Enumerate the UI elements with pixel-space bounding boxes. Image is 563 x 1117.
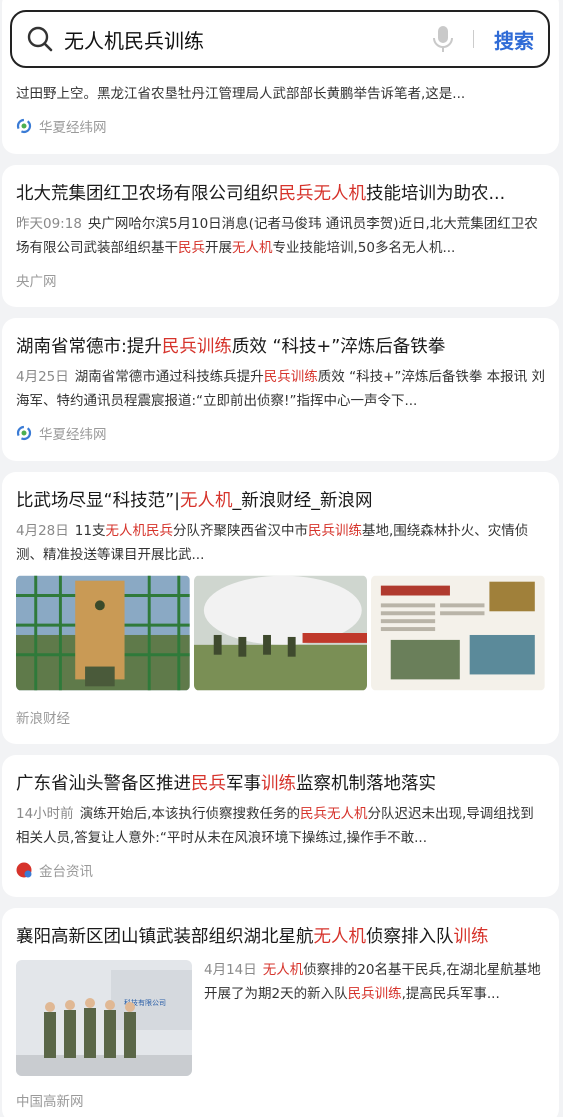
result-title[interactable]: 广东省汕头警备区推进民兵军事训练监察机制落地落实 (16, 771, 545, 797)
result-snippet: 4月14日 无人机侦察排的20名基干民兵,在湖北星航基地开展了为期2天的新入队民兵… (204, 962, 541, 1002)
result-time: 4月25日 (16, 369, 69, 385)
jintai-logo-icon (16, 862, 32, 878)
result-source-label: 央广网 (16, 274, 57, 290)
swirl-logo-icon (16, 425, 32, 441)
result-title[interactable]: 比武场尽显“科技范”|无人机_新浪财经_新浪网 (16, 488, 545, 514)
smoke-drill-photo[interactable] (193, 575, 368, 691)
result-source[interactable]: 央广网 (16, 270, 545, 290)
result-card[interactable]: 襄阳高新区团山镇武装部组织湖北星航无人机侦察排入队训练 科技有限公司 4月14日… (2, 908, 559, 1117)
result-time: 昨天09:18 (16, 216, 82, 232)
result-source-label: 中国高新网 (16, 1094, 84, 1110)
result-source[interactable]: 新浪财经 (16, 707, 545, 727)
result-source[interactable]: 华夏经纬网 (16, 116, 545, 136)
title-highlight: 民兵无人机 (278, 184, 367, 204)
result-snippet: 14小时前 演练开始后,本该执行侦察搜救任务的民兵无人机分队迟迟未出现,导调组找到… (16, 806, 534, 846)
result-snippet: 昨天09:18 央广网哈尔滨5月10日消息(记者马俊玮 通讯员李贺)近日,北大荒集… (16, 216, 538, 256)
result-time: 4月14日 (204, 962, 257, 978)
search-input[interactable]: 无人机民兵训练 (64, 25, 431, 54)
title-text: 技能培训为助农... (366, 184, 506, 204)
search-bar[interactable]: 无人机民兵训练 搜索 (10, 10, 550, 68)
result-source[interactable]: 中国高新网 (16, 1090, 545, 1110)
result-title[interactable]: 襄阳高新区团山镇武装部组织湖北星航无人机侦察排入队训练 (16, 924, 545, 950)
result-card[interactable]: 湖南省常德市:提升民兵训练质效 “科技+”淬炼后备铁拳 4月25日 湖南省常德市通… (2, 318, 559, 461)
microphone-icon[interactable] (431, 24, 455, 54)
search-divider (473, 30, 474, 48)
result-title[interactable]: 北大荒集团红卫农场有限公司组织民兵无人机技能培训为助农... (16, 181, 545, 207)
result-source[interactable]: 华夏经纬网 (16, 423, 545, 443)
soldiers-saluting-photo[interactable]: 科技有限公司 (16, 960, 192, 1076)
result-time: 14小时前 (16, 806, 74, 822)
result-images (16, 575, 546, 691)
result-source-label: 华夏经纬网 (39, 120, 107, 136)
swirl-logo-icon (16, 118, 32, 134)
result-title[interactable]: 湖南省常德市:提升民兵训练质效 “科技+”淬炼后备铁拳 (16, 334, 545, 360)
result-snippet: 4月25日 湖南省常德市通过科技练兵提升民兵训练质效 “科技+”淬炼后备铁拳 本报… (16, 369, 545, 409)
title-text: 北大荒集团红卫农场有限公司组织 (16, 184, 279, 204)
search-button[interactable]: 搜索 (494, 25, 534, 54)
search-icon (27, 26, 53, 52)
result-snippet: 4月28日 11支无人机民兵分队齐聚陕西省汉中市民兵训练基地,围绕森林扑火、灾情侦… (16, 523, 529, 563)
result-source-label: 华夏经纬网 (39, 427, 107, 443)
result-card[interactable]: 比武场尽显“科技范”|无人机_新浪财经_新浪网 4月28日 11支无人机民兵分队齐… (2, 472, 559, 744)
result-source[interactable]: 金台资讯 (16, 860, 545, 880)
result-card[interactable]: 北大荒集团红卫农场有限公司组织民兵无人机技能培训为助农... 昨天09:18 央广… (2, 165, 559, 307)
result-source-label: 新浪财经 (16, 711, 70, 727)
result-source-label: 金台资讯 (39, 864, 93, 880)
result-card[interactable]: 广东省汕头警备区推进民兵军事训练监察机制落地落实 14小时前 演练开始后,本该执行… (2, 755, 559, 897)
newspaper-page-photo[interactable] (371, 575, 546, 691)
climbing-wall-photo[interactable] (16, 575, 190, 691)
result-snippet: 过田野上空。黑龙江省农垦牡丹江管理局人武部部长黄鹏举告诉笔者,这是... (16, 86, 466, 102)
result-time: 4月28日 (16, 523, 69, 539)
